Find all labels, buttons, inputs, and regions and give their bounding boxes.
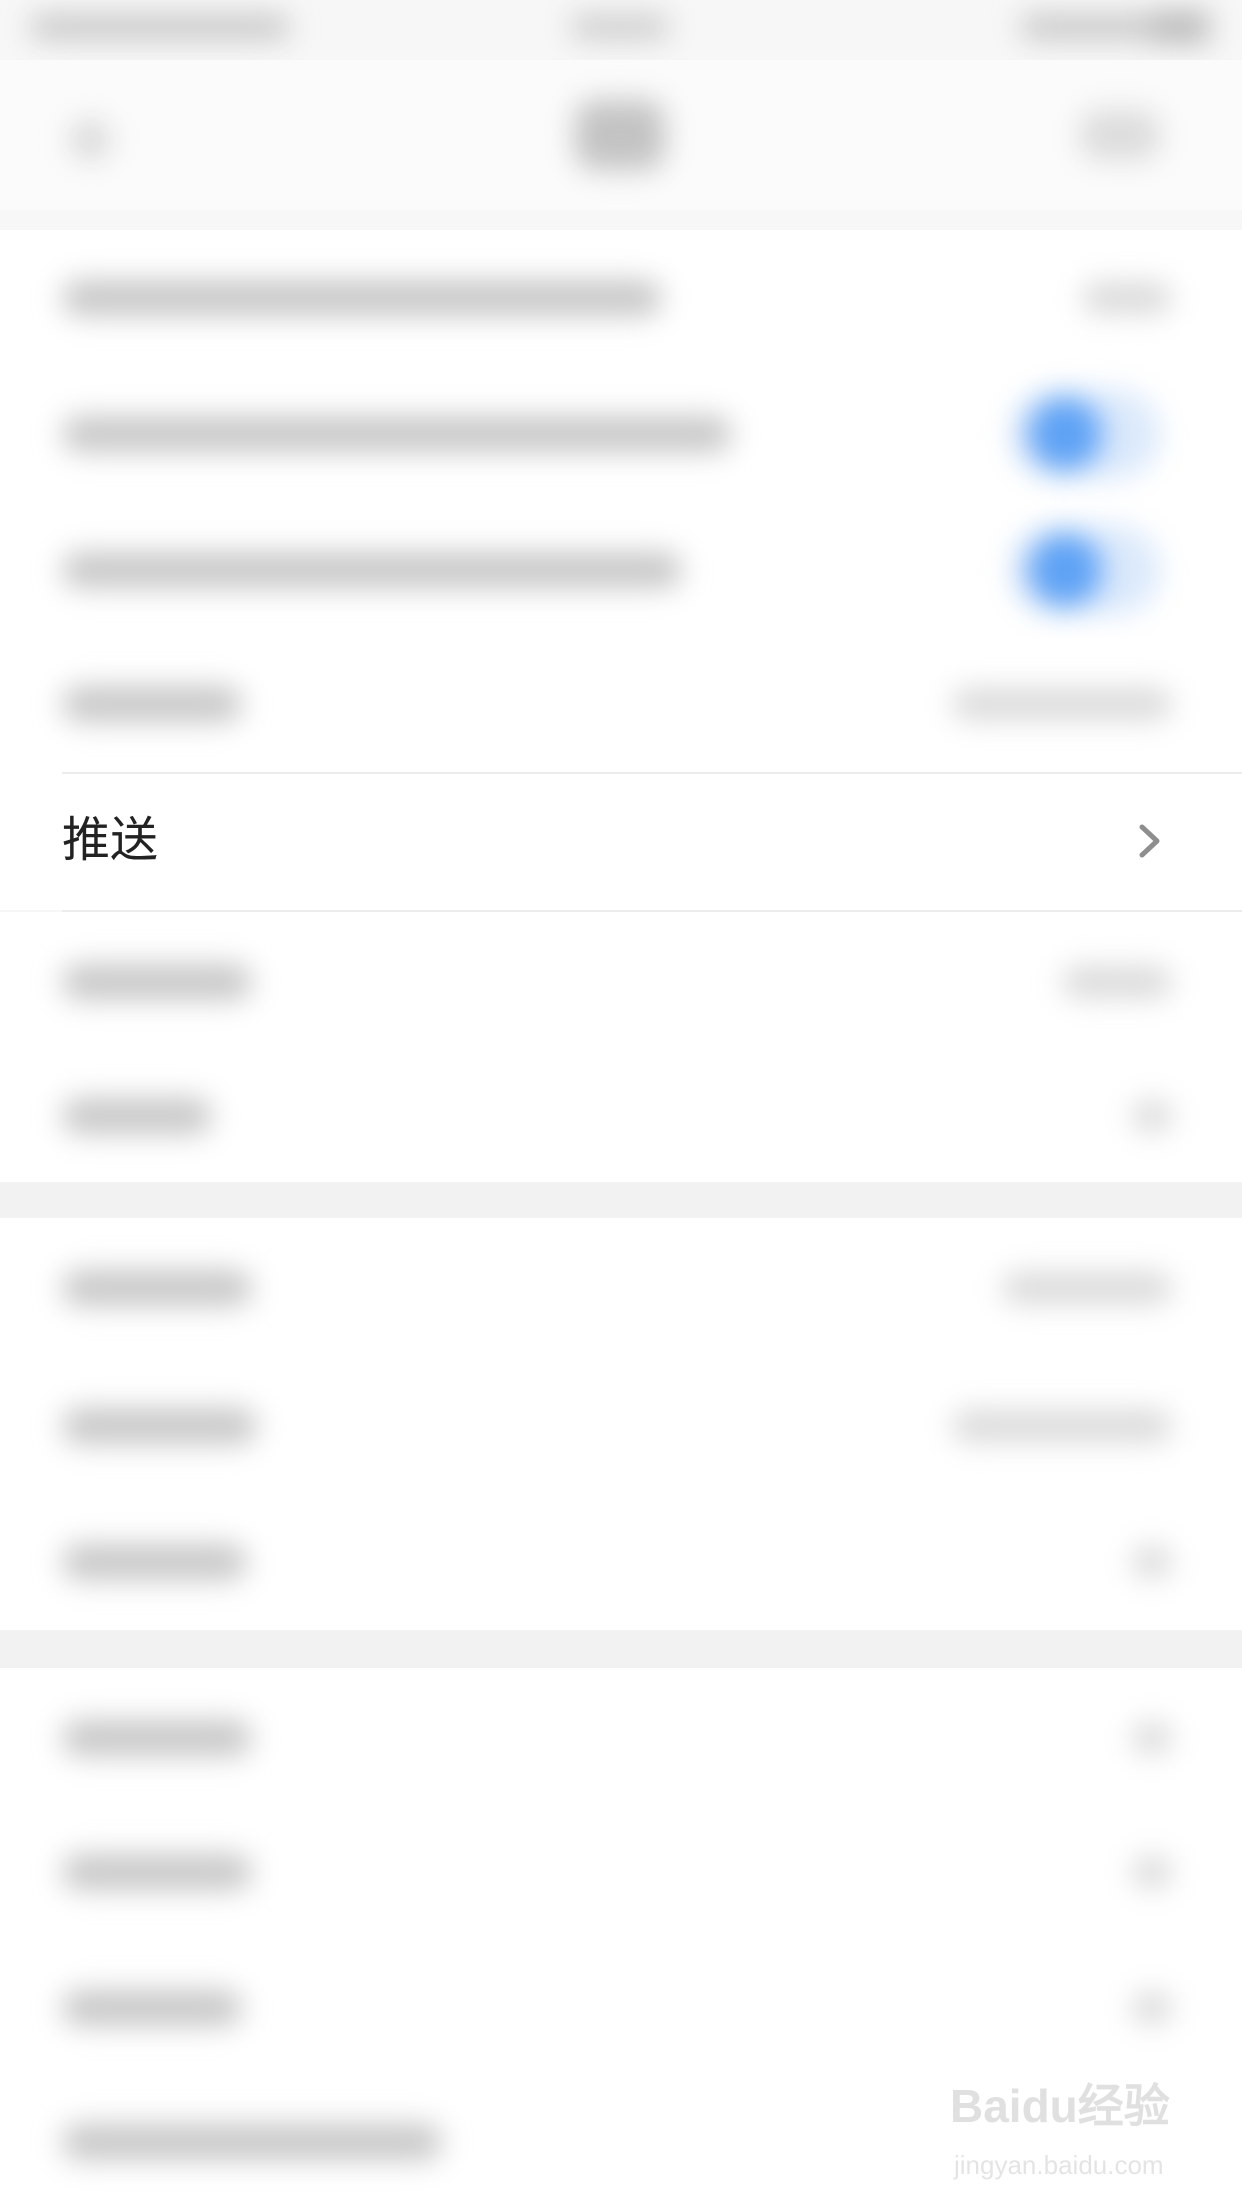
chevron-right-icon	[1139, 824, 1160, 858]
row-label	[62, 1098, 212, 1134]
row-value	[1002, 1272, 1172, 1304]
settings-row[interactable]	[0, 230, 1242, 366]
row-label	[62, 1544, 247, 1580]
row-value	[1082, 282, 1172, 314]
settings-row[interactable]	[0, 1358, 1242, 1494]
row-label	[62, 1270, 252, 1306]
settings-row[interactable]	[0, 1218, 1242, 1358]
row-label	[62, 964, 252, 1000]
nav-action-button[interactable]	[1080, 110, 1160, 160]
toggle-knob	[1028, 397, 1102, 471]
back-icon[interactable]	[70, 120, 110, 160]
watermark-url: jingyan.baidu.com	[954, 2150, 1164, 2180]
baidu-jingyan-watermark: Baidu经验 jingyan.baidu.com	[950, 2070, 1190, 2190]
page-title	[575, 100, 665, 170]
divider	[62, 772, 1242, 774]
row-value	[1132, 1100, 1172, 1132]
row-label	[62, 1720, 252, 1756]
battery-icon	[1150, 10, 1210, 44]
settings-row-push[interactable]: 推送	[0, 772, 1242, 910]
row-label	[62, 1990, 242, 2026]
settings-row[interactable]	[0, 912, 1242, 1048]
settings-row[interactable]	[0, 638, 1242, 772]
row-label	[62, 552, 682, 588]
row-value	[1132, 1546, 1172, 1578]
watermark-logo: Baidu经验	[950, 2080, 1170, 2132]
row-value	[952, 1410, 1172, 1442]
row-label	[62, 416, 732, 452]
row-value	[1132, 1856, 1172, 1888]
toggle-switch[interactable]	[1010, 525, 1160, 615]
row-label	[62, 2124, 442, 2160]
status-carrier	[30, 14, 290, 40]
toggle-switch[interactable]	[1010, 389, 1160, 479]
section-gap	[0, 1182, 1242, 1218]
row-label	[62, 1408, 257, 1444]
status-time	[570, 14, 670, 40]
row-label	[62, 686, 242, 722]
settings-row[interactable]	[0, 1804, 1242, 1940]
settings-row[interactable]	[0, 1940, 1242, 2074]
status-bar	[0, 0, 1242, 60]
row-value	[1132, 1992, 1172, 2024]
toggle-knob	[1028, 533, 1102, 607]
settings-row-toggle[interactable]	[0, 366, 1242, 502]
settings-row[interactable]	[0, 1668, 1242, 1804]
settings-row[interactable]	[0, 1494, 1242, 1630]
settings-row-toggle[interactable]	[0, 502, 1242, 638]
nav-bar	[0, 60, 1242, 210]
row-value	[952, 688, 1172, 720]
row-label	[62, 1854, 252, 1890]
section-gap	[0, 1630, 1242, 1668]
row-label	[62, 280, 662, 316]
settings-row[interactable]	[0, 1048, 1242, 1182]
row-value	[1132, 1722, 1172, 1754]
row-value	[1062, 966, 1172, 998]
push-label: 推送	[62, 812, 159, 868]
